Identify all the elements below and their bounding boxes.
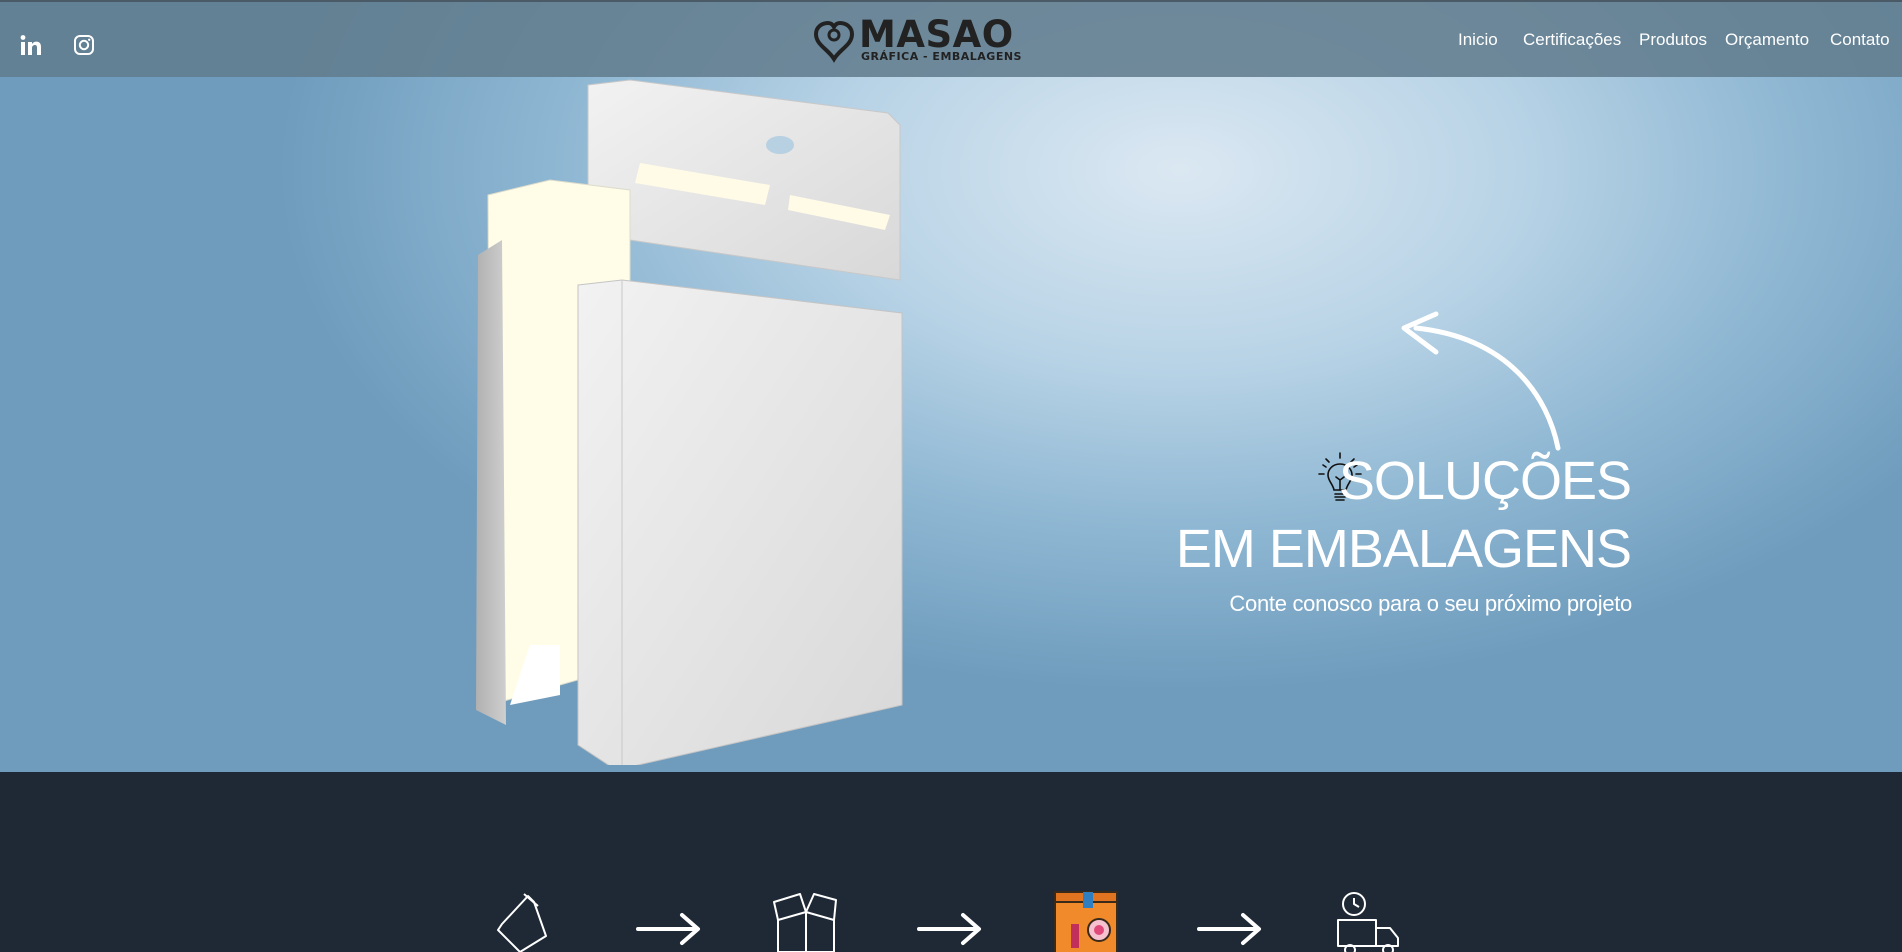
nav-orcamento[interactable]: Orçamento <box>1725 30 1809 50</box>
packaging-box-illustration <box>476 79 903 765</box>
linkedin-icon[interactable] <box>18 32 44 58</box>
hero-subtitle: Conte conosco para o seu próximo projeto <box>1229 591 1632 616</box>
open-box-icon <box>773 893 837 952</box>
hero-section: MASAO GRÁFICA - EMBALAGENS Inicio Certif… <box>0 0 1902 772</box>
logo-heart-icon <box>813 20 855 63</box>
curved-arrow-icon <box>1401 311 1561 451</box>
nav-contato[interactable]: Contato <box>1830 30 1890 50</box>
logo-tagline: GRÁFICA - EMBALAGENS <box>861 50 1022 63</box>
nav-produtos[interactable]: Produtos <box>1639 30 1707 50</box>
delivery-truck-icon <box>1337 892 1399 952</box>
hero-title-line2: EM EMBALAGENS <box>1175 519 1632 579</box>
tube-icon <box>497 893 547 952</box>
cosmetics-box-icon <box>1054 891 1118 952</box>
hero-title-line1: SOLUÇÕES <box>1338 451 1632 511</box>
right-arrow-icon <box>636 913 700 945</box>
nav-certificacoes[interactable]: Certificações <box>1523 30 1621 50</box>
nav-inicio[interactable]: Inicio <box>1458 30 1498 50</box>
right-arrow-icon <box>917 913 981 945</box>
instagram-icon[interactable] <box>71 32 97 58</box>
right-arrow-icon <box>1197 913 1261 945</box>
top-navigation-bar: MASAO GRÁFICA - EMBALAGENS Inicio Certif… <box>0 0 1902 77</box>
masao-logo[interactable]: MASAO GRÁFICA - EMBALAGENS <box>812 13 1021 65</box>
